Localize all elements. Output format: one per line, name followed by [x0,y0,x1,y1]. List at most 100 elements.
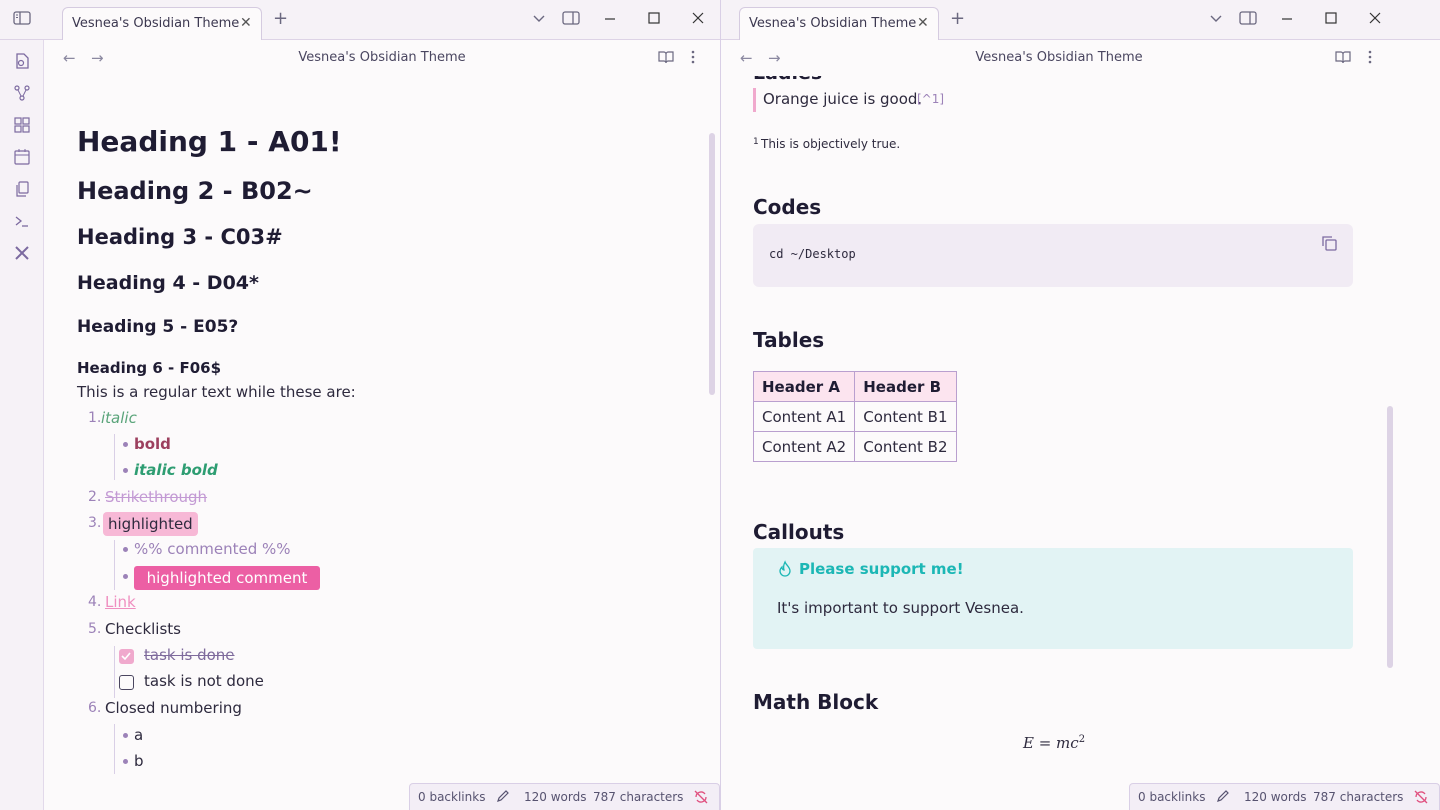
heading-4: Heading 4 - D04* [77,272,259,294]
tab-note[interactable]: Vesnea's Obsidian Theme ✕ [62,7,262,40]
word-count: 120 words [1244,790,1307,804]
list-number: 3. [88,515,102,531]
word-count: 120 words [524,790,587,804]
table-header-row: Header A Header B [752,371,957,402]
more-vertical-icon[interactable] [690,50,696,68]
close-icon[interactable]: ✕ [917,15,929,31]
backlinks-count[interactable]: 0 backlinks [1138,790,1205,804]
copy-icon[interactable] [1320,234,1338,256]
plus-icon[interactable]: + [950,10,965,28]
scrollbar[interactable] [1387,406,1393,668]
canvas-icon[interactable] [13,116,31,134]
callout-body: It's important to support Vesnea. [777,599,1024,617]
bullet [123,442,128,447]
view-header: ← → Vesnea's Obsidian Theme [44,40,720,76]
callouts-heading: Callouts [753,520,845,544]
bullet [123,574,128,579]
terminal-icon[interactable] [13,212,31,230]
callout-title: Please support me! [799,560,964,578]
heading-1: Heading 1 - A01! [77,125,342,158]
status-bar: 0 backlinks 120 words 787 characters [409,783,720,810]
task-checkbox-unchecked[interactable] [119,675,134,690]
view-title: Vesnea's Obsidian Theme [975,50,1143,65]
status-bar: 0 backlinks 120 words 787 characters [1129,783,1440,810]
note-link[interactable]: Link [105,593,136,611]
table-cell: Content A1 [752,401,856,432]
chevron-down-icon[interactable] [1209,11,1223,29]
chevron-down-icon[interactable] [532,11,546,29]
highlighted-comment: highlighted comment [134,566,320,590]
minimize-icon[interactable] [1281,11,1293,29]
left-pane: Vesnea's Obsidian Theme ✕ + ← → Vesnea's… [0,0,720,810]
math-exponent: 2 [1078,734,1086,745]
quote-text: Orange juice is good. [763,90,923,108]
sub-item-a: a [134,726,144,744]
character-count: 787 characters [1313,790,1404,804]
table-header: Header A [752,371,856,402]
table-row: Content A1 Content B1 [752,401,957,432]
heading-3: Heading 3 - C03# [77,225,283,249]
close-icon[interactable]: ✕ [240,15,252,31]
indent-guide [114,434,115,480]
bullet [123,733,128,738]
ribbon [0,40,44,810]
math-expression: E = mc2 [1023,734,1085,752]
minimize-icon[interactable] [604,11,616,29]
tools-icon[interactable] [13,244,31,262]
tables-heading: Tables [753,328,825,352]
highlighted-text: highlighted [103,512,198,536]
callout-box: Please support me! It's important to sup… [753,548,1353,649]
maximize-icon[interactable] [1325,11,1337,29]
window-close-icon[interactable] [692,11,704,29]
list-item-closed-numbering: Closed numbering [105,699,242,717]
more-vertical-icon[interactable] [1367,50,1373,68]
plus-icon[interactable]: + [273,10,288,28]
task-checkbox-checked[interactable] [119,649,134,664]
copy-files-icon[interactable] [13,180,31,198]
sidebar-toggle-icon[interactable] [13,11,31,29]
title-bar: Vesnea's Obsidian Theme ✕ + [721,0,1440,40]
graph-view-icon[interactable] [13,84,31,102]
blockquote-bar [753,88,756,112]
heading-5: Heading 5 - E05? [77,317,239,337]
layout-icon[interactable] [1239,11,1257,29]
indent-guide [114,646,115,698]
maximize-icon[interactable] [648,11,660,29]
commented-text: %% commented %% [134,540,291,558]
note-content: Heading 1 - A01! Heading 2 - B02~ Headin… [44,76,720,810]
heading-6: Heading 6 - F06$ [77,359,222,377]
list-item-italic: italic [101,409,137,427]
pencil-icon[interactable] [496,789,510,806]
list-item-checklists: Checklists [105,620,181,638]
regular-text: This is a regular text while these are: [77,383,356,401]
open-quick-switcher-icon[interactable] [13,52,31,70]
math-base: E = mc [1023,734,1079,752]
scrollbar[interactable] [709,133,715,395]
book-icon[interactable] [1335,50,1351,68]
note-content: Ladies Orange juice is good. [^1] 1 This… [721,76,1440,810]
tab-note[interactable]: Vesnea's Obsidian Theme ✕ [739,7,939,40]
footnote-text: This is objectively true. [761,137,901,151]
book-icon[interactable] [658,50,674,68]
view-title: Vesnea's Obsidian Theme [298,50,466,65]
sync-off-icon[interactable] [693,789,709,808]
table-cell: Content B2 [854,431,957,462]
partial-heading: Ladies [753,76,822,84]
layout-icon[interactable] [562,11,580,29]
footnote-ref[interactable]: [^1] [917,92,944,106]
character-count: 787 characters [593,790,684,804]
math-heading: Math Block [753,690,879,714]
calendar-icon[interactable] [13,148,31,166]
tab-title: Vesnea's Obsidian Theme [749,16,917,31]
table-cell: Content A2 [752,431,856,462]
codes-heading: Codes [753,195,822,219]
window-close-icon[interactable] [1369,11,1381,29]
backlinks-count[interactable]: 0 backlinks [418,790,485,804]
list-item-strikethrough: Strikethrough [105,488,208,506]
pencil-icon[interactable] [1216,789,1230,806]
sync-off-icon[interactable] [1413,789,1429,808]
view-header: ← → Vesnea's Obsidian Theme [721,40,1440,76]
table-header: Header B [854,371,957,402]
flame-icon [777,560,793,582]
right-pane: Vesnea's Obsidian Theme ✕ + ← → Vesnea's… [720,0,1440,810]
